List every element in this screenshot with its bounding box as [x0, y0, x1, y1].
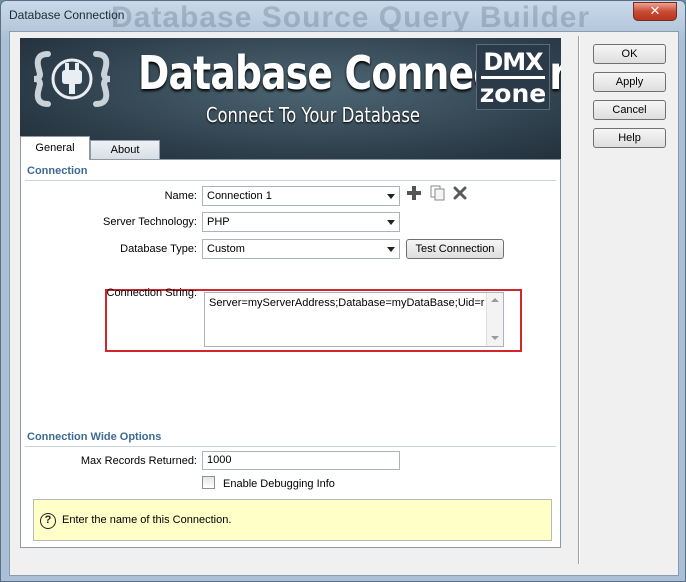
options-section-title: Connection Wide Options — [27, 431, 162, 443]
textarea-scrollbar[interactable] — [486, 293, 503, 346]
dialog-client: Database Connection Connect To Your Data… — [9, 31, 679, 576]
dialog-window: Database Source Query Builder Database C… — [0, 0, 686, 582]
cancel-button[interactable]: Cancel — [593, 100, 666, 120]
connection-string-label-wrap: Connection String: — [61, 287, 198, 299]
help-box: ? Enter the name of this Connection. — [33, 499, 552, 541]
plug-braces-icon — [33, 51, 111, 107]
close-icon: ✕ — [649, 3, 661, 18]
title-bar[interactable]: Database Source Query Builder Database C… — [1, 1, 685, 34]
general-panel: Connection Name: Connection 1 Server Tec… — [20, 159, 561, 548]
name-value: Connection 1 — [207, 190, 272, 202]
name-label: Name: — [164, 190, 197, 202]
scroll-down-icon — [491, 336, 499, 340]
window-title: Database Connection — [9, 8, 125, 22]
ok-button[interactable]: OK — [593, 44, 666, 64]
logo-bottom-text: zone — [479, 79, 547, 108]
test-connection-button[interactable]: Test Connection — [406, 239, 504, 259]
debugging-checkbox[interactable] — [202, 476, 215, 489]
chevron-down-icon — [387, 247, 395, 252]
chevron-down-icon — [387, 220, 395, 225]
tab-about[interactable]: About — [90, 140, 160, 160]
server-technology-value: PHP — [207, 216, 230, 228]
debugging-label: Enable Debugging Info — [223, 478, 335, 490]
connection-string-label: Connection String: — [106, 287, 198, 299]
connection-string-value: Server=myServerAddress;Database=myDataBa… — [209, 297, 485, 309]
delete-icon[interactable] — [452, 185, 468, 201]
help-text: Enter the name of this Connection. — [62, 514, 232, 526]
banner-subtitle: Connect To Your Database — [206, 103, 420, 127]
add-icon[interactable] — [406, 185, 422, 201]
section-divider — [25, 180, 556, 181]
scroll-up-icon — [491, 298, 499, 302]
vertical-separator — [578, 36, 579, 564]
close-button[interactable]: ✕ — [633, 2, 677, 21]
max-records-label: Max Records Returned: — [80, 455, 197, 467]
max-records-input[interactable]: 1000 — [202, 451, 400, 470]
database-type-value: Custom — [207, 243, 245, 255]
server-technology-label: Server Technology: — [103, 216, 197, 228]
database-type-label: Database Type: — [120, 243, 197, 255]
copy-icon[interactable] — [429, 185, 445, 201]
tab-general[interactable]: General — [20, 136, 90, 160]
help-button[interactable]: Help — [593, 128, 666, 148]
background-window-title: Database Source Query Builder — [111, 1, 591, 34]
database-type-select[interactable]: Custom — [202, 239, 400, 259]
apply-button[interactable]: Apply — [593, 72, 666, 92]
connection-string-textarea[interactable]: Server=myServerAddress;Database=myDataBa… — [204, 292, 504, 347]
max-records-value: 1000 — [207, 454, 232, 466]
logo-top-text: DMX — [481, 48, 545, 79]
connection-section-title: Connection — [27, 165, 88, 177]
chevron-down-icon — [387, 194, 395, 199]
section-divider — [25, 446, 556, 447]
dmxzone-logo: DMX zone — [476, 44, 550, 110]
server-technology-select[interactable]: PHP — [202, 212, 400, 232]
question-icon: ? — [40, 513, 56, 529]
name-combo[interactable]: Connection 1 — [202, 186, 400, 206]
